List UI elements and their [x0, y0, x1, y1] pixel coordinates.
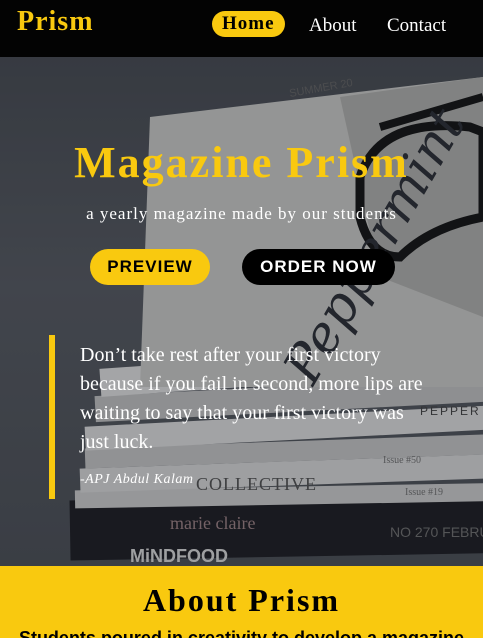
- navbar: Prism Home About Contact: [0, 0, 483, 57]
- brand-logo[interactable]: Prism: [17, 6, 94, 38]
- nav-link-contact[interactable]: Contact: [387, 15, 446, 37]
- nav-link-about[interactable]: About: [309, 15, 357, 37]
- preview-button[interactable]: PREVIEW: [90, 249, 210, 285]
- hero-subtitle: a yearly magazine made by our students: [86, 204, 397, 223]
- quote-text: Don’t take rest after your first victory…: [80, 344, 423, 453]
- quote-author: -APJ Abdul Kalam: [80, 472, 194, 487]
- quote-accent-bar: [49, 335, 55, 499]
- about-text: Students poured in creativity to develop…: [18, 628, 465, 638]
- about-title: About Prism: [142, 582, 341, 618]
- hero-section: Peppermint SUMMER 20 PEPPER Issue #50 CO…: [0, 57, 483, 566]
- order-now-button[interactable]: ORDER NOW: [242, 249, 395, 285]
- hero-title: Magazine Prism: [74, 138, 409, 187]
- hero-overlay: [0, 57, 483, 566]
- nav-link-home[interactable]: Home: [212, 11, 285, 37]
- about-section: About Prism Students poured in creativit…: [0, 566, 483, 638]
